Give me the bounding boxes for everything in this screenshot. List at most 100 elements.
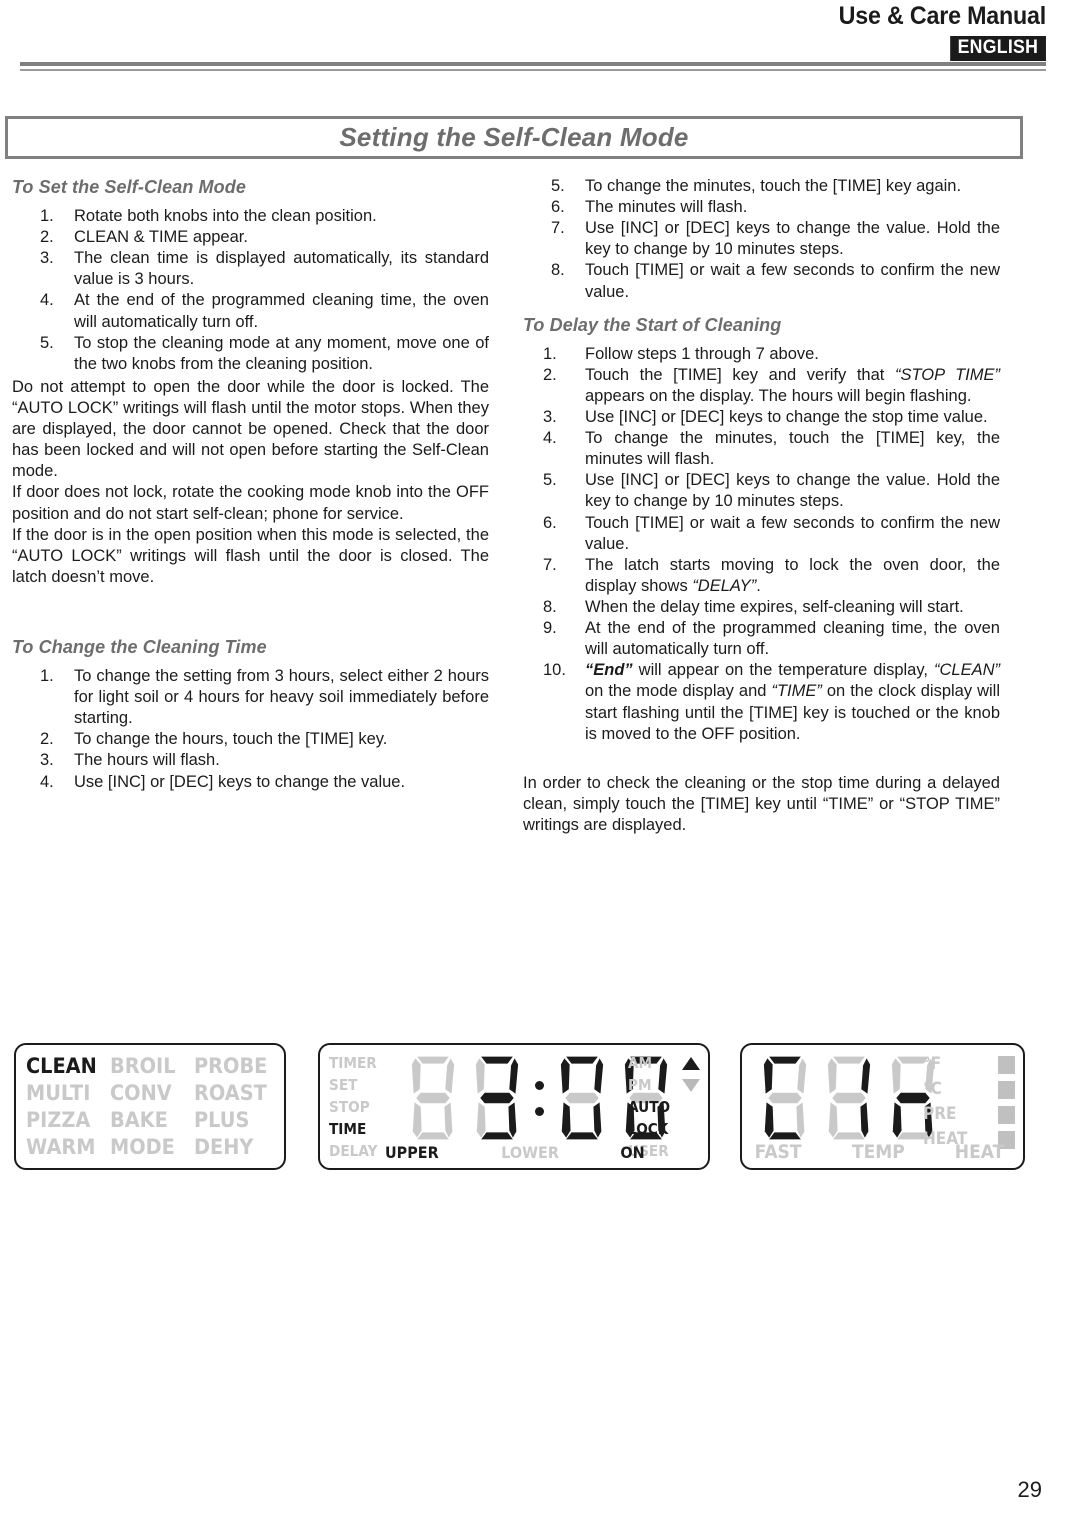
clock-indicator-delay: DELAY: [329, 1142, 378, 1160]
step-text: To change the minutes, touch the [TIME] …: [585, 177, 962, 195]
mode-indicator-grid: CLEAN BROIL PROBE MULTI CONV ROAST PIZZA BAKE PL…: [26, 1053, 278, 1160]
step-number: 7.: [551, 219, 565, 238]
step-text: The hours will flash.: [74, 751, 220, 770]
temp-indicator-row: °F: [923, 1052, 1015, 1077]
mode-indicator-plus: PLUS: [194, 1107, 250, 1132]
step-number: 8.: [543, 598, 557, 616]
mode-indicator-probe: PROBE: [194, 1054, 268, 1079]
steps-change-cleaning-time: 1. To change the setting from 3 hours, se…: [12, 666, 489, 793]
step-item: 9. At the end of the programmed cleaning …: [523, 618, 1000, 660]
step-item: 7. The latch starts moving to lock the ov…: [523, 555, 1000, 597]
steps-to-set-self-clean: 1. Rotate both knobs into the clean posit…: [12, 206, 489, 375]
step-number: 10.: [543, 661, 566, 680]
step-number: 3.: [40, 249, 54, 268]
closing-note: In order to check the cleaning or the st…: [523, 773, 1000, 834]
arrow-down-icon: [682, 1078, 700, 1092]
temp-bottom-indicator-heat: HEAT: [954, 1141, 1005, 1163]
temperature-display-panel: °F °C PRE HEAT FAST TEMP HEAT: [740, 1043, 1025, 1170]
clock-indicator-on: ON: [620, 1143, 645, 1162]
clock-indicator-row: LOCK: [628, 1118, 700, 1140]
step-number: 4.: [40, 772, 54, 791]
clock-indicator-am: AM: [628, 1054, 653, 1072]
step-text: When the delay time expires, self-cleani…: [585, 598, 964, 616]
temperature-seven-segment-digits: [754, 1054, 944, 1142]
clock-indicator-time: TIME: [329, 1120, 367, 1138]
step-item: 4. At the end of the programmed cleaning …: [12, 290, 489, 332]
clock-digit-2: [466, 1054, 528, 1142]
mode-indicator-conv: CONV: [110, 1081, 172, 1106]
clock-indicator-lower: LOWER: [501, 1143, 560, 1162]
step-item: 2. To change the hours, touch the [TIME] …: [12, 729, 489, 750]
step-text: Use [INC] or [DEC] keys to change the va…: [74, 772, 406, 791]
step-text: At the end of the programmed cleaning ti…: [74, 291, 489, 331]
step-item: 2. CLEAN & TIME appear.: [12, 227, 489, 248]
note-door-not-lock: If door does not lock, rotate the cookin…: [12, 483, 489, 523]
step-text: Use [INC] or [DEC] keys to change the va…: [585, 219, 1000, 259]
mode-indicator-dehy: DEHY: [194, 1134, 254, 1159]
step-item: 7. Use [INC] or [DEC] keys to change the …: [523, 218, 1000, 260]
step-item: 5. Use [INC] or [DEC] keys to change the …: [523, 470, 1000, 512]
display-panels-row: CLEAN BROIL PROBE MULTI CONV ROAST PIZZA BAKE PL…: [0, 1040, 1066, 1180]
step-number: 2.: [543, 365, 557, 384]
step-item: 1. Rotate both knobs into the clean posit…: [12, 206, 489, 227]
step-text: Use [INC] or [DEC] keys to change the va…: [585, 471, 1000, 511]
step-item: 8. Touch [TIME] or wait a few seconds to …: [523, 260, 1000, 302]
clock-digit-1: [402, 1054, 464, 1142]
step-number: 1.: [40, 667, 54, 686]
mode-indicator-multi: MULTI: [26, 1081, 91, 1106]
clock-display-panel: TIMER SET STOP TIME DELAY AM PM AUTO LOCK USER U…: [318, 1043, 710, 1170]
manual-page: Use & Care Manual ENGLISH Setting the Se…: [0, 0, 1066, 1517]
clock-indicator-row: PM: [628, 1074, 700, 1096]
clock-indicator-upper: UPPER: [384, 1143, 439, 1162]
mode-indicator-clean: CLEAN: [26, 1054, 97, 1079]
steps-delay-start-cleaning: 1. Follow steps 1 through 7 above. 2. Touch…: [523, 344, 1000, 745]
mode-indicator-pizza: PIZZA: [26, 1107, 91, 1132]
arrow-up-icon: [682, 1056, 700, 1070]
step-text: “End” will appear on the temperature dis…: [585, 661, 1000, 743]
left-column: To Set the Self-Clean Mode 1. Rotate both…: [12, 176, 489, 793]
language-badge: ENGLISH: [950, 36, 1046, 61]
step-text: CLEAN & TIME appear.: [74, 228, 248, 247]
temp-indicator-pre: PRE: [923, 1104, 957, 1125]
temp-indicator-f: °F: [923, 1054, 942, 1075]
preheat-bar-segment: [998, 1055, 1015, 1074]
mode-display-panel: CLEAN BROIL PROBE MULTI CONV ROAST PIZZA BAKE PL…: [14, 1043, 286, 1170]
header-rule: [20, 62, 1046, 71]
preheat-bar-segment: [998, 1080, 1015, 1099]
steps-change-cleaning-time-continued: 5. To change the minutes, touch the [TIME…: [523, 176, 1000, 303]
step-number: 6.: [543, 513, 557, 532]
note-group-left: Do not attempt to open the door while th…: [12, 377, 489, 588]
clock-colon: [530, 1080, 549, 1116]
step-text: To change the hours, touch the [TIME] ke…: [74, 730, 388, 749]
step-number: 8.: [551, 261, 565, 280]
step-text: To change the setting from 3 hours, sele…: [74, 667, 489, 728]
temp-digit-2: [818, 1054, 880, 1142]
mode-indicator-mode: MODE: [110, 1134, 175, 1159]
step-text: The minutes will flash.: [585, 198, 748, 217]
step-item: 4. To change the minutes, touch the [TIME…: [523, 428, 1000, 470]
mode-indicator-broil: BROIL: [110, 1054, 176, 1079]
step-item: 1. Follow steps 1 through 7 above.: [523, 344, 1000, 365]
clock-indicator-pm: PM: [628, 1076, 652, 1094]
mode-indicator-roast: ROAST: [194, 1081, 267, 1106]
temperature-bottom-indicators: FAST TEMP HEAT: [752, 1141, 1007, 1163]
heading-to-set-self-clean: To Set the Self-Clean Mode: [12, 177, 246, 197]
step-item: 3. The hours will flash.: [12, 750, 489, 771]
step-text: To change the minutes, touch the [TIME] …: [585, 429, 1000, 469]
step-number: 5.: [40, 333, 54, 352]
section-banner: Setting the Self-Clean Mode: [5, 116, 1023, 159]
page-number: 29: [1017, 1477, 1042, 1502]
step-text: Use [INC] or [DEC] keys to change the st…: [585, 408, 988, 427]
step-item: 8. When the delay time expires, self-clea…: [523, 597, 1000, 618]
step-text: Touch [TIME] or wait a few seconds to co…: [585, 513, 1000, 553]
temperature-right-indicators: °F °C PRE HEAT: [923, 1052, 1015, 1152]
step-item: 2. Touch the [TIME] key and verify that “…: [523, 365, 1000, 407]
step-text: The latch starts moving to lock the oven…: [585, 555, 1000, 595]
temp-indicator-c: °C: [923, 1079, 942, 1100]
header-rule-thin: [20, 69, 1046, 71]
step-number: 2.: [40, 228, 54, 247]
step-item: 4. Use [INC] or [DEC] keys to change the …: [12, 772, 489, 793]
step-item: 3. Use [INC] or [DEC] keys to change the …: [523, 407, 1000, 428]
clock-indicator-lock: LOCK: [628, 1120, 669, 1138]
temp-digit-1: [754, 1054, 816, 1142]
